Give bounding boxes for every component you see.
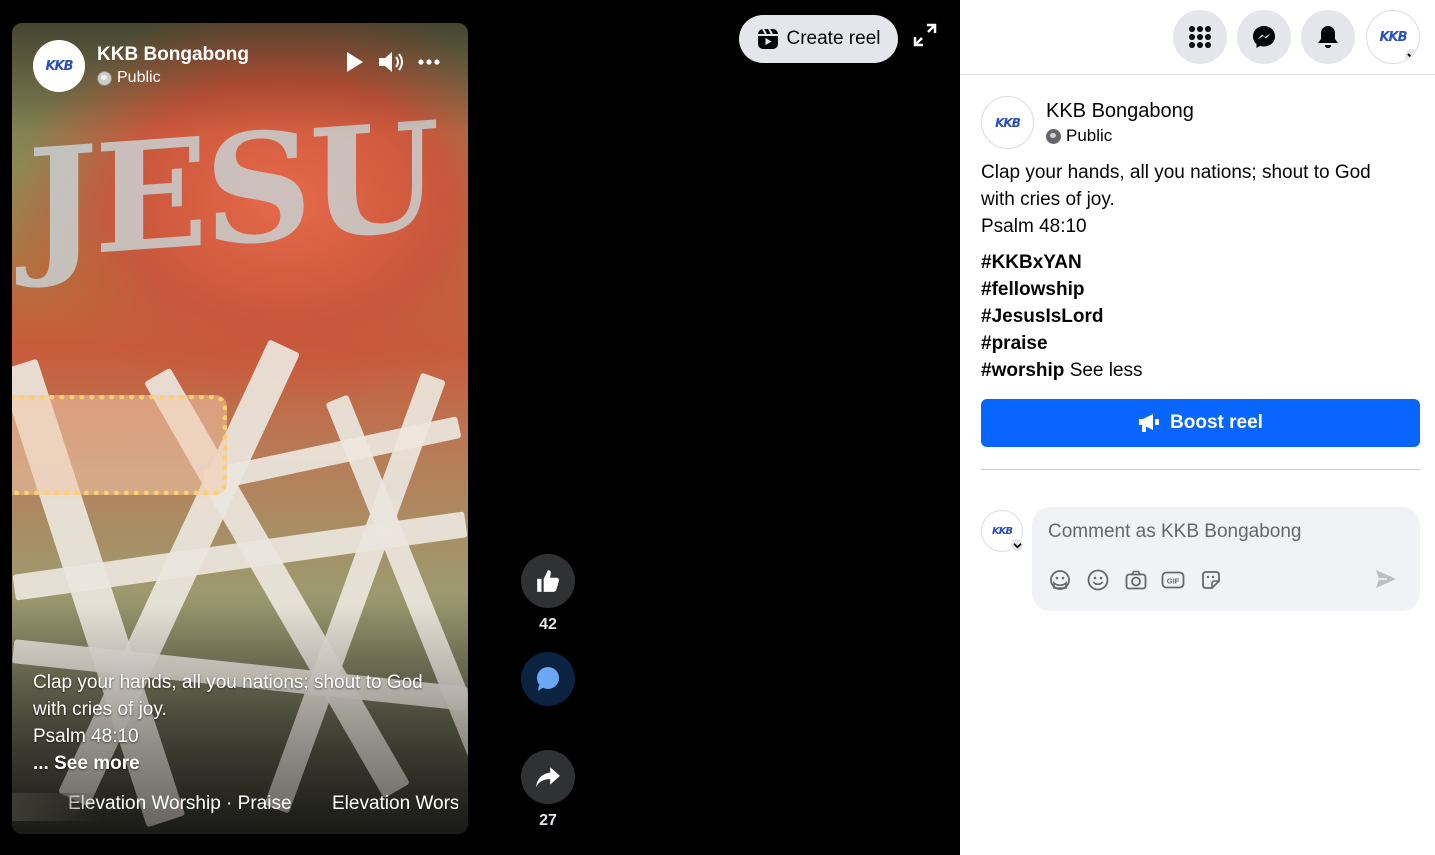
volume-icon[interactable] bbox=[377, 50, 407, 80]
globe-icon bbox=[1046, 128, 1061, 144]
share-icon bbox=[536, 767, 560, 787]
see-less-link[interactable]: See less bbox=[1070, 360, 1143, 381]
messenger-icon bbox=[1253, 26, 1275, 48]
like-button[interactable] bbox=[521, 554, 575, 608]
video-privacy-label: Public bbox=[117, 69, 161, 86]
sticker-icon[interactable] bbox=[1199, 568, 1223, 592]
comment-icon bbox=[537, 667, 559, 691]
boost-reel-button[interactable]: Boost reel bbox=[981, 399, 1420, 447]
reel-stage: JESU KKB KKB Bongabong Public Clap your … bbox=[0, 0, 960, 855]
video-caption-line: Clap your hands, all you nations; shout … bbox=[33, 672, 423, 693]
post-caption-line: Psalm 48:10 bbox=[981, 216, 1087, 237]
chevron-down-icon bbox=[1403, 47, 1419, 63]
profile-button[interactable]: KKB bbox=[1366, 10, 1420, 64]
hashtag-link[interactable]: #praise bbox=[981, 330, 1143, 357]
video-author-avatar[interactable]: KKB bbox=[33, 40, 85, 92]
video-light-sign bbox=[12, 395, 227, 495]
see-more-link[interactable]: ... See more bbox=[33, 750, 453, 777]
video-caption-line: with cries of joy. bbox=[33, 699, 167, 720]
play-icon[interactable] bbox=[345, 50, 365, 80]
more-icon[interactable] bbox=[417, 50, 441, 80]
hashtag-link[interactable]: #KKBxYAN bbox=[981, 249, 1143, 276]
comment-button[interactable] bbox=[521, 652, 575, 706]
hashtag-link[interactable]: #worship bbox=[981, 360, 1064, 381]
comment-composer: GIF bbox=[1032, 507, 1420, 611]
create-reel-button[interactable]: Create reel bbox=[739, 15, 898, 63]
top-bar: KKB bbox=[960, 0, 1435, 75]
post-privacy-label: Public bbox=[1066, 126, 1113, 145]
menu-grid-icon bbox=[1189, 26, 1211, 48]
notifications-button[interactable] bbox=[1301, 10, 1355, 64]
share-button[interactable] bbox=[521, 750, 575, 804]
globe-icon bbox=[97, 70, 112, 86]
menu-button[interactable] bbox=[1173, 10, 1227, 64]
messenger-button[interactable] bbox=[1237, 10, 1291, 64]
emoji-icon[interactable] bbox=[1086, 568, 1110, 592]
hashtag-link[interactable]: #fellowship bbox=[981, 276, 1143, 303]
create-reel-label: Create reel bbox=[786, 28, 881, 49]
share-count: 27 bbox=[539, 812, 557, 829]
video-caption-line: Psalm 48:10 bbox=[33, 726, 139, 747]
svg-text:GIF: GIF bbox=[1167, 577, 1180, 586]
send-icon[interactable] bbox=[1374, 567, 1398, 596]
chevron-down-icon[interactable] bbox=[1009, 537, 1025, 553]
megaphone-icon bbox=[1139, 414, 1160, 432]
post-caption-line: Clap your hands, all you nations; shout … bbox=[981, 162, 1371, 183]
video-author-name[interactable]: KKB Bongabong bbox=[97, 44, 249, 66]
hashtag-list: #KKBxYAN #fellowship #JesusIsLord #prais… bbox=[981, 249, 1143, 384]
avatar-sticker-icon[interactable] bbox=[1048, 568, 1072, 592]
bell-icon bbox=[1318, 26, 1338, 48]
post-caption-line: with cries of joy. bbox=[981, 189, 1115, 210]
reel-details-panel: KKB KKB KKB Bongabong Public Clap your h… bbox=[960, 0, 1435, 855]
like-count: 42 bbox=[539, 616, 557, 633]
expand-icon[interactable] bbox=[912, 22, 938, 48]
reel-icon bbox=[757, 28, 778, 49]
divider bbox=[981, 469, 1420, 470]
post-privacy: Public bbox=[1046, 126, 1112, 146]
gif-icon[interactable]: GIF bbox=[1161, 568, 1185, 592]
boost-reel-label: Boost reel bbox=[1170, 412, 1263, 433]
like-icon bbox=[537, 570, 559, 592]
camera-icon[interactable] bbox=[1124, 568, 1148, 592]
video-privacy: Public bbox=[97, 69, 161, 87]
post-author-name[interactable]: KKB Bongabong bbox=[1046, 100, 1194, 123]
post-author-avatar[interactable]: KKB bbox=[981, 96, 1034, 149]
post-caption: Clap your hands, all you nations; shout … bbox=[981, 159, 1421, 240]
video-caption: Clap your hands, all you nations; shout … bbox=[33, 669, 453, 777]
hashtag-link[interactable]: #JesusIsLord bbox=[981, 303, 1143, 330]
comment-input[interactable] bbox=[1048, 521, 1388, 543]
music-track-label: Elevation Wors bbox=[332, 793, 458, 814]
